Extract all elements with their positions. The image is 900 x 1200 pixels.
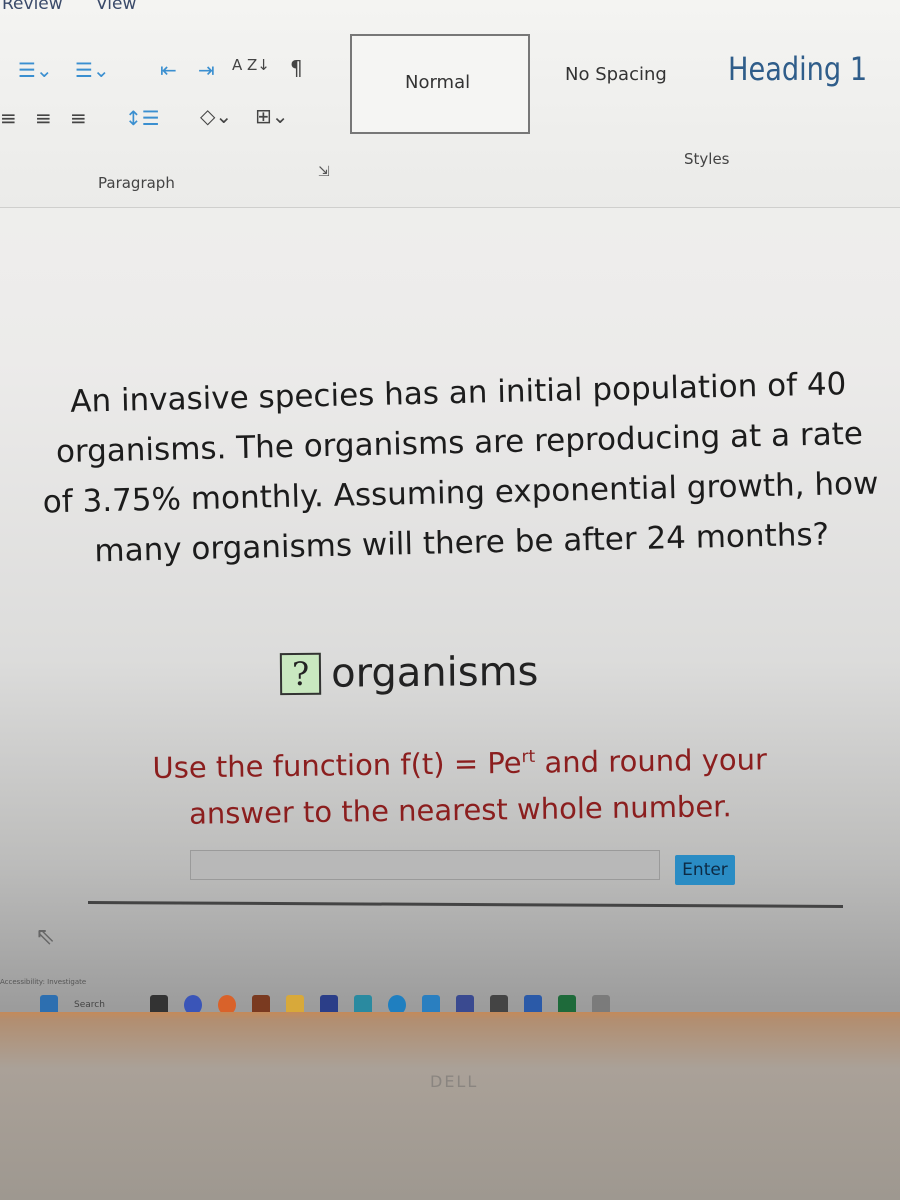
style-normal-label: Normal [405, 72, 471, 93]
line-spacing-icon[interactable]: ↕☰ [125, 106, 160, 130]
answer-line: ? organisms [279, 648, 539, 697]
divider [87, 901, 844, 908]
paragraph-dialog-launcher-icon[interactable]: ⇲ [318, 164, 330, 180]
hint-part1: Use the function f(t) = Pe [152, 745, 522, 785]
enter-button[interactable]: Enter [675, 855, 735, 885]
ribbon: Review View ☰⌄ ☰⌄ ⇤ ⇥ A Z↓ ¶ ≡ ≡ ≡ ↕☰ ◇⌄… [0, 0, 900, 208]
numbered-list-icon[interactable]: ☰⌄ [18, 58, 53, 82]
style-heading-1[interactable]: Heading 1 [728, 50, 867, 88]
increase-indent-icon[interactable]: ⇥ [198, 58, 215, 82]
shading-icon[interactable]: ◇⌄ [200, 104, 232, 128]
hint-text: Use the function f(t) = Pert and round y… [119, 730, 800, 837]
styles-group-label: Styles [684, 150, 730, 168]
hint-exponent: rt [521, 746, 536, 768]
menu-view[interactable]: View [96, 0, 136, 14]
answer-input[interactable] [190, 850, 660, 880]
taskbar-search[interactable]: Search [74, 1000, 134, 1010]
question-text: An invasive species has an initial popul… [42, 366, 879, 570]
laptop-bezel [0, 1012, 900, 1200]
justify-icon[interactable]: ≡ [70, 106, 87, 130]
borders-icon[interactable]: ⊞⌄ [255, 104, 289, 128]
menu-review[interactable]: Review [2, 0, 63, 14]
paragraph-group-label: Paragraph [98, 174, 175, 192]
dell-logo: DELL [430, 1072, 479, 1091]
align-left-icon[interactable]: ≡ [0, 106, 17, 130]
align-center-icon[interactable]: ≡ [35, 106, 52, 130]
answer-blank[interactable]: ? [279, 652, 322, 696]
answer-unit: organisms [330, 648, 539, 697]
style-no-spacing[interactable]: No Spacing [565, 64, 667, 85]
show-formatting-icon[interactable]: ¶ [290, 56, 303, 80]
multilevel-list-icon[interactable]: ☰⌄ [75, 58, 110, 82]
decrease-indent-icon[interactable]: ⇤ [160, 58, 177, 82]
sort-icon[interactable]: A Z↓ [232, 56, 270, 74]
cursor-icon: ⇖ [35, 922, 56, 950]
